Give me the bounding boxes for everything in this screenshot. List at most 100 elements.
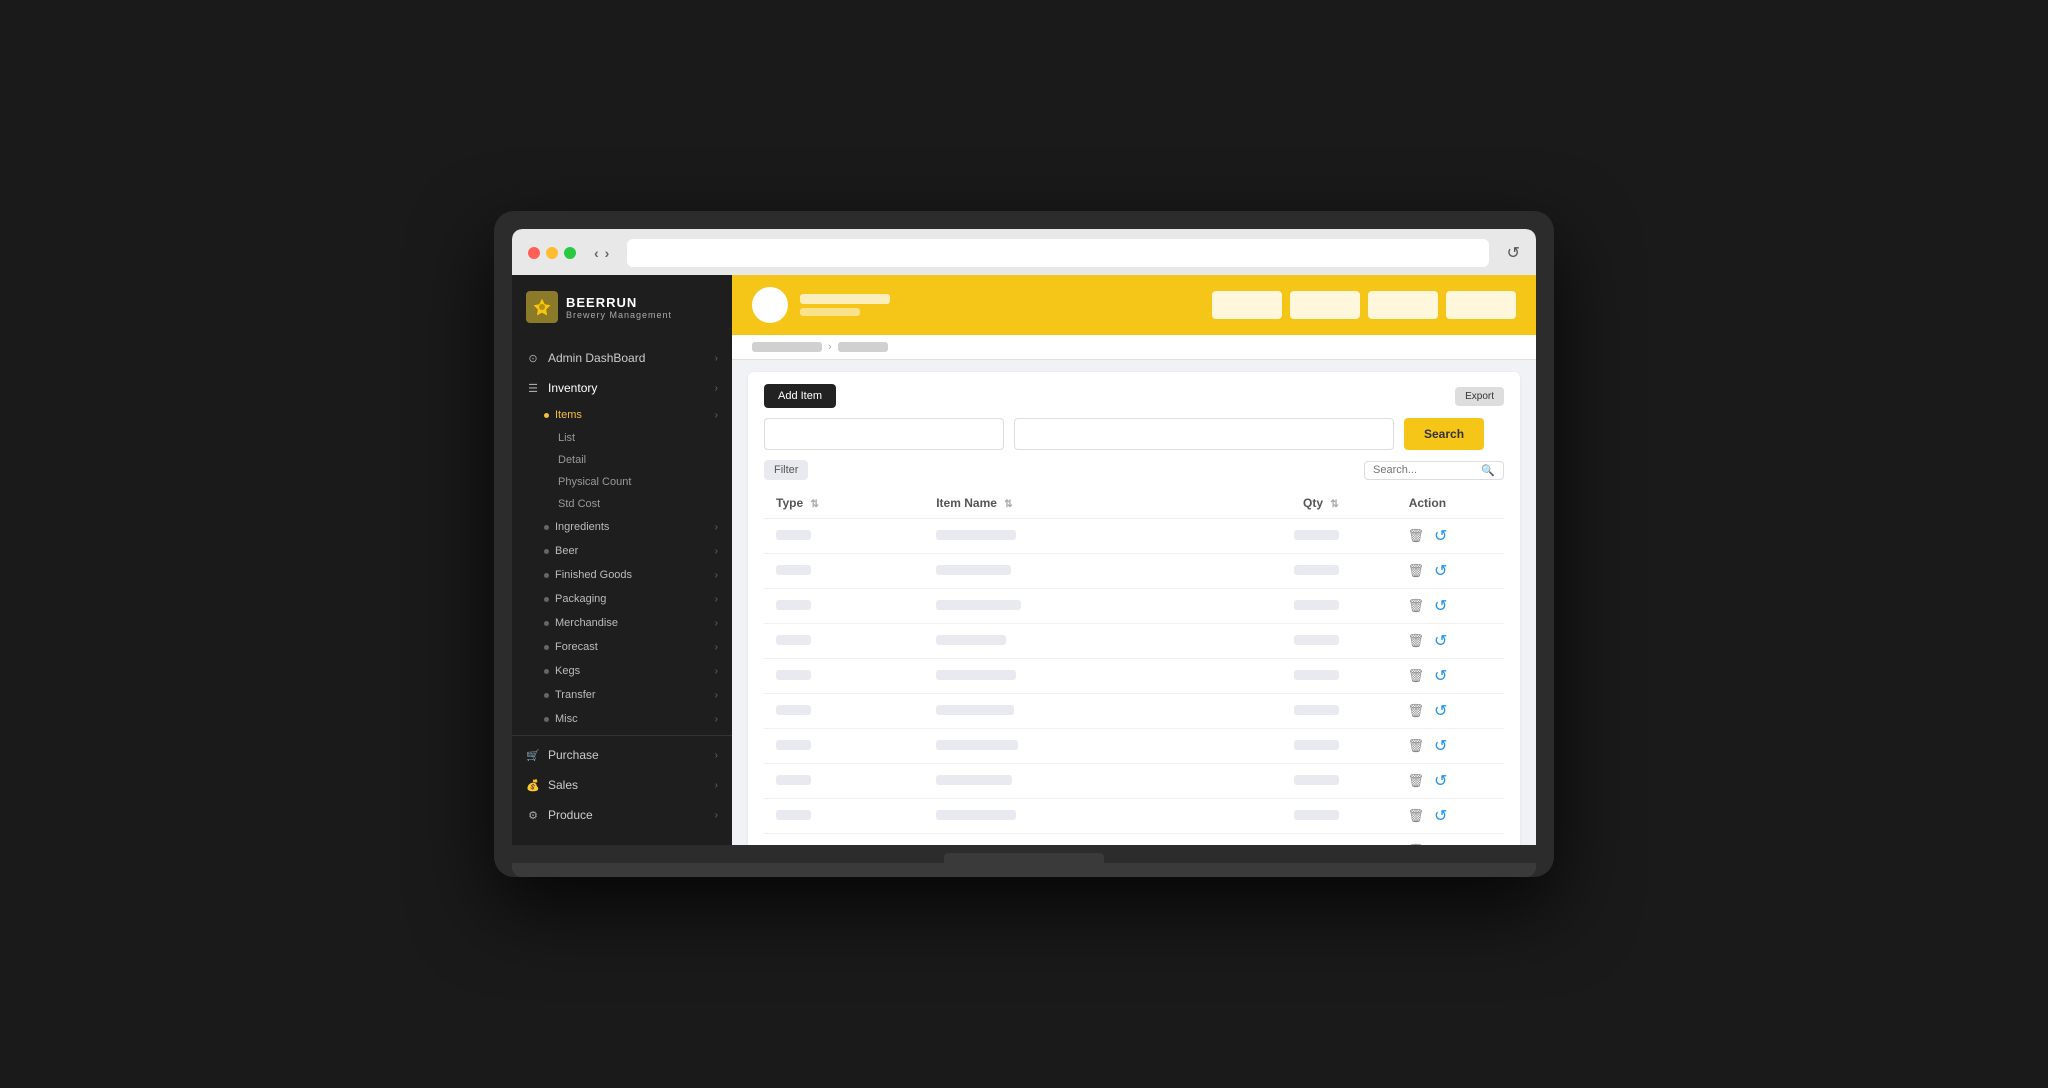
row-name-cell — [924, 624, 1185, 659]
topbar-btn-4[interactable] — [1446, 291, 1516, 319]
app-container: BEERRUN Brewery Management ⊙ Admin DashB… — [512, 275, 1536, 845]
sidebar-item-packaging[interactable]: Packaging › — [512, 587, 732, 611]
sidebar-item-forecast[interactable]: Forecast › — [512, 635, 732, 659]
restore-icon[interactable]: ↺ — [1434, 596, 1447, 616]
row-name-cell — [924, 659, 1185, 694]
forward-button[interactable]: › — [605, 245, 610, 261]
admin-icon: ⊙ — [526, 351, 540, 365]
add-item-button[interactable]: Add Item — [764, 384, 836, 408]
table-row: 🗑↺ — [764, 764, 1504, 799]
laptop-screen: ‹ › ↺ BEERRUN — [512, 229, 1536, 845]
row-qty-cell — [1185, 834, 1350, 846]
row-type-cell — [764, 694, 924, 729]
sidebar-item-produce[interactable]: ⚙ Produce › — [512, 800, 732, 830]
row-type-cell — [764, 659, 924, 694]
topbar-btn-2[interactable] — [1290, 291, 1360, 319]
sidebar-item-std-cost[interactable]: Std Cost — [512, 493, 732, 515]
sidebar-item-misc[interactable]: Misc › — [512, 707, 732, 731]
nav-section: ⊙ Admin DashBoard › ☰ Inventory › — [512, 343, 732, 830]
row-type-cell — [764, 589, 924, 624]
purchase-icon: 🛒 — [526, 748, 540, 762]
delete-icon[interactable]: 🗑 — [1407, 738, 1424, 754]
sidebar: BEERRUN Brewery Management ⊙ Admin DashB… — [512, 275, 732, 845]
row-type-cell — [764, 834, 924, 846]
name-filter-input[interactable] — [1014, 418, 1394, 450]
sidebar-item-inventory[interactable]: ☰ Inventory › — [512, 373, 732, 403]
restore-icon[interactable]: ↺ — [1434, 771, 1447, 791]
sidebar-forecast-label: Forecast — [555, 641, 598, 653]
browser-chrome: ‹ › ↺ — [512, 229, 1536, 275]
sidebar-item-detail[interactable]: Detail — [512, 449, 732, 471]
table-search-box[interactable]: 🔍 — [1364, 461, 1504, 480]
name-sort-icon[interactable]: ⇅ — [1004, 499, 1012, 510]
produce-arrow-icon: › — [715, 810, 718, 821]
transfer-arrow-icon: › — [715, 690, 718, 701]
user-info — [800, 294, 890, 316]
sidebar-item-admin[interactable]: ⊙ Admin DashBoard › — [512, 343, 732, 373]
sidebar-item-beer[interactable]: Beer › — [512, 539, 732, 563]
search-button[interactable]: Search — [1404, 418, 1484, 450]
sidebar-item-sales[interactable]: 💰 Sales › — [512, 770, 732, 800]
row-qty-cell — [1185, 799, 1350, 834]
sidebar-item-purchase[interactable]: 🛒 Purchase › — [512, 740, 732, 770]
search-icon: 🔍 — [1481, 464, 1495, 477]
sidebar-item-ingredients[interactable]: Ingredients › — [512, 515, 732, 539]
sidebar-kegs-label: Kegs — [555, 665, 580, 677]
type-sort-icon[interactable]: ⇅ — [810, 499, 818, 510]
sidebar-ingredients-label: Ingredients — [555, 521, 609, 533]
sales-arrow-icon: › — [715, 780, 718, 791]
restore-icon[interactable]: ↺ — [1434, 666, 1447, 686]
restore-icon[interactable]: ↺ — [1434, 561, 1447, 581]
items-arrow-icon: › — [715, 410, 718, 421]
logo-area: BEERRUN Brewery Management — [512, 275, 732, 339]
sidebar-item-kegs[interactable]: Kegs › — [512, 659, 732, 683]
sidebar-item-merchandise[interactable]: Merchandise › — [512, 611, 732, 635]
maximize-button-tl[interactable] — [564, 247, 576, 259]
export-button[interactable]: Export — [1455, 387, 1504, 406]
delete-icon[interactable]: 🗑 — [1407, 598, 1424, 614]
restore-icon[interactable]: ↺ — [1434, 806, 1447, 826]
sidebar-item-transfer[interactable]: Transfer › — [512, 683, 732, 707]
sidebar-item-list[interactable]: List — [512, 427, 732, 449]
items-dot-icon — [544, 413, 549, 418]
inventory-icon: ☰ — [526, 381, 540, 395]
purchase-arrow-icon: › — [715, 750, 718, 761]
qty-sort-icon[interactable]: ⇅ — [1330, 499, 1338, 510]
sidebar-misc-label: Misc — [555, 713, 578, 725]
table-row: 🗑↺ — [764, 519, 1504, 554]
delete-icon[interactable]: 🗑 — [1407, 528, 1424, 544]
table-search-input[interactable] — [1373, 464, 1481, 476]
sidebar-packaging-label: Packaging — [555, 593, 606, 605]
row-action-cell: 🗑↺ — [1351, 624, 1504, 659]
sidebar-item-finished-goods[interactable]: Finished Goods › — [512, 563, 732, 587]
content-card: Add Item Export Search — [748, 372, 1520, 845]
restore-icon[interactable]: ↺ — [1434, 526, 1447, 546]
row-qty-cell — [1185, 554, 1350, 589]
table-toolbar: Filter 🔍 — [764, 460, 1504, 480]
delete-icon[interactable]: 🗑 — [1407, 703, 1424, 719]
items-table: Type ⇅ Item Name ⇅ Qty ⇅ — [764, 488, 1504, 845]
delete-icon[interactable]: 🗑 — [1407, 668, 1424, 684]
restore-icon[interactable]: ↺ — [1434, 736, 1447, 756]
type-filter-input[interactable] — [764, 418, 1004, 450]
laptop-base — [512, 863, 1536, 877]
url-bar[interactable] — [627, 239, 1488, 267]
back-button[interactable]: ‹ — [594, 245, 599, 261]
delete-icon[interactable]: 🗑 — [1407, 563, 1424, 579]
topbar-btn-3[interactable] — [1368, 291, 1438, 319]
row-action-cell: 🗑↺ — [1351, 659, 1504, 694]
delete-icon[interactable]: 🗑 — [1407, 773, 1424, 789]
right-toolbar: Export — [1455, 387, 1504, 406]
close-button-tl[interactable] — [528, 247, 540, 259]
table-row: 🗑↺ — [764, 659, 1504, 694]
sidebar-item-physical-count[interactable]: Physical Count — [512, 471, 732, 493]
minimize-button-tl[interactable] — [546, 247, 558, 259]
restore-icon[interactable]: ↺ — [1434, 701, 1447, 721]
delete-icon[interactable]: 🗑 — [1407, 808, 1424, 824]
sidebar-item-items[interactable]: Items › — [512, 403, 732, 427]
restore-icon[interactable]: ↺ — [1434, 631, 1447, 651]
row-action-cell: 🗑↺ — [1351, 554, 1504, 589]
reload-button[interactable]: ↺ — [1507, 243, 1520, 263]
delete-icon[interactable]: 🗑 — [1407, 633, 1424, 649]
topbar-btn-1[interactable] — [1212, 291, 1282, 319]
